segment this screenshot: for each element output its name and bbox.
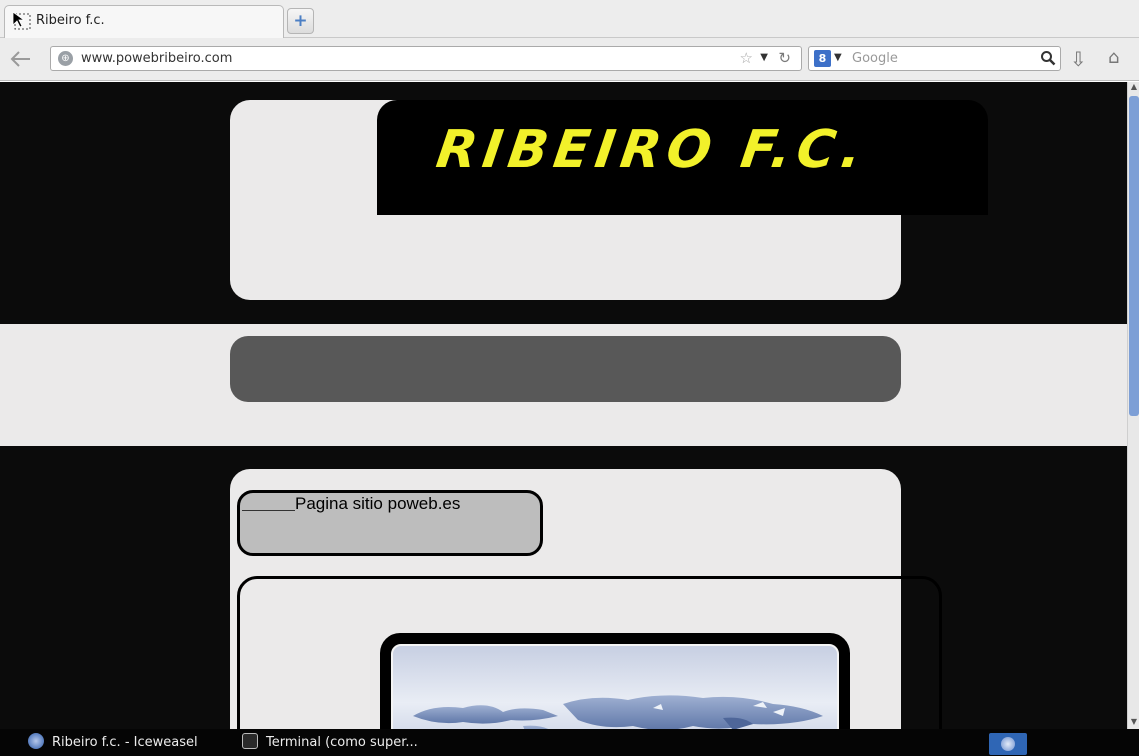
tab-bar: Ribeiro f.c. + xyxy=(0,0,1139,39)
taskbar-item-label: Terminal (como super... xyxy=(266,735,418,750)
search-bar[interactable]: 8 ▼ Google xyxy=(808,46,1061,71)
site-logo-text: RIBEIRO F.C. xyxy=(432,120,872,180)
tab-ribeiro[interactable]: Ribeiro f.c. xyxy=(4,5,284,39)
chevron-down-icon[interactable]: ▼ xyxy=(834,52,842,63)
bookmark-star-icon[interactable]: ☆ xyxy=(740,49,753,67)
search-input[interactable]: Google xyxy=(852,51,898,66)
taskbar-item-terminal[interactable]: Terminal (como super... xyxy=(242,733,418,753)
scroll-down-icon[interactable]: ▼ xyxy=(1129,717,1139,729)
logo-banner: RIBEIRO F.C. xyxy=(377,100,988,215)
download-icon[interactable]: ⇩ xyxy=(1070,47,1087,71)
home-icon[interactable]: ⌂ xyxy=(1108,47,1119,68)
back-icon[interactable] xyxy=(8,48,34,70)
taskbar: Ribeiro f.c. - Iceweasel Terminal (como … xyxy=(0,729,1139,756)
navigation-bar: ⊕ www.powebribeiro.com ☆ ▼ ↻ 8 ▼ Google … xyxy=(0,38,1139,81)
tray-browser-icon[interactable] xyxy=(989,733,1027,755)
pagina-sitio-label: Pagina sitio poweb.es xyxy=(295,494,461,513)
taskbar-item-label: Ribeiro f.c. - Iceweasel xyxy=(52,735,198,750)
iceweasel-icon xyxy=(28,733,44,749)
url-text: www.powebribeiro.com xyxy=(81,51,233,66)
reload-icon[interactable]: ↻ xyxy=(778,49,791,67)
site-navigation-bar[interactable] xyxy=(230,336,901,402)
scroll-up-icon[interactable]: ▲ xyxy=(1129,82,1139,94)
vertical-scrollbar[interactable]: ▲ ▼ xyxy=(1127,82,1139,729)
pagina-sitio-box[interactable]: Pagina sitio poweb.es xyxy=(237,490,543,556)
world-map-image xyxy=(391,644,839,729)
page-viewport: RIBEIRO F.C. Pagina sitio poweb.es xyxy=(0,82,1127,729)
taskbar-item-iceweasel[interactable]: Ribeiro f.c. - Iceweasel xyxy=(28,733,198,753)
terminal-icon xyxy=(242,733,258,749)
google-icon[interactable]: 8 xyxy=(814,50,831,67)
chevron-down-icon[interactable]: ▼ xyxy=(760,52,768,63)
underline-decoration xyxy=(242,510,295,511)
cursor-icon xyxy=(12,11,31,30)
globe-icon: ⊕ xyxy=(58,51,73,66)
search-icon[interactable] xyxy=(1040,50,1056,66)
tab-title: Ribeiro f.c. xyxy=(36,13,105,28)
scrollbar-thumb[interactable] xyxy=(1129,96,1139,416)
new-tab-button[interactable]: + xyxy=(287,8,314,34)
image-frame xyxy=(380,633,850,729)
url-bar[interactable]: ⊕ www.powebribeiro.com ☆ ▼ ↻ xyxy=(50,46,802,71)
